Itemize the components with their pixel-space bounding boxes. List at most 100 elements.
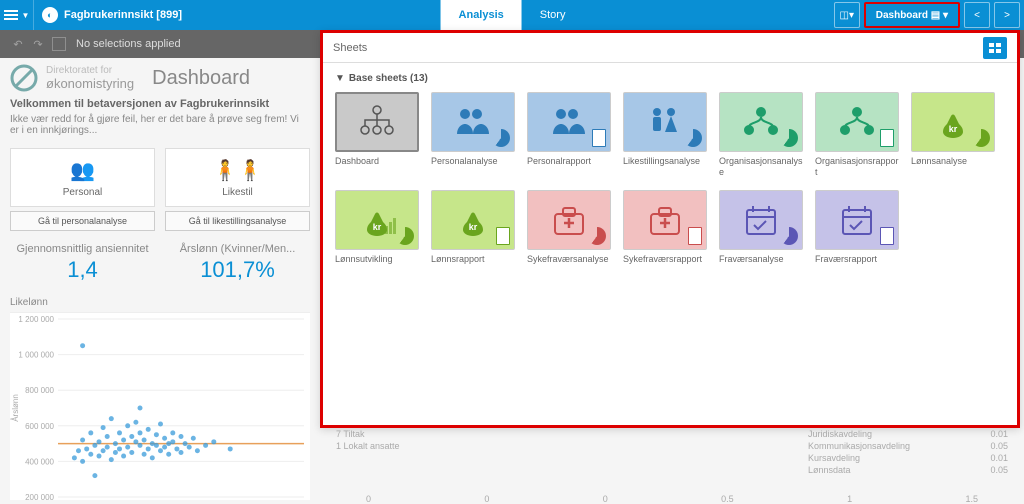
grid-icon xyxy=(989,43,1001,53)
bg-bottom: 7 Tiltak1 Lokalt ansatte Juridiskavdelin… xyxy=(320,428,1024,500)
sheets-panel: Sheets ▼ Base sheets (13) DashboardPerso… xyxy=(320,30,1020,428)
app-icon: ◐ xyxy=(42,7,58,23)
pie-icon xyxy=(396,227,414,245)
goto-personal-btn[interactable]: Gå til personalanalyse xyxy=(10,211,155,231)
report-icon xyxy=(496,227,510,245)
sheet-l-nnsanalyse[interactable]: kr Lønnsanalyse xyxy=(911,92,995,178)
list-item: Kommunikasjonsavdeling0.05 xyxy=(808,440,1008,452)
svg-text:Årslønn: Årslønn xyxy=(11,394,20,422)
sheet-l-nnsutvikling[interactable]: kr Lønnsutvikling xyxy=(335,190,419,265)
app-title: Fagbrukerinnsikt [899] xyxy=(64,9,182,21)
sel-forward-icon[interactable]: ↷ xyxy=(28,38,48,51)
sheet-organisasjonsrapport[interactable]: Organisasjonsrapport xyxy=(815,92,899,178)
top-bar: ▼ ◐ Fagbrukerinnsikt [899] Analysis Stor… xyxy=(0,0,1024,30)
svg-text:kr: kr xyxy=(469,222,478,232)
sheet-sykefrav-rsanalyse[interactable]: Sykefraværsanalyse xyxy=(527,190,611,265)
top-right-controls: ◫▾ Dashboard ▤ ▾ < > xyxy=(834,0,1024,30)
report-icon xyxy=(592,129,606,147)
sel-back-icon[interactable]: ↶ xyxy=(8,38,28,51)
sheet-frav-rsrapport[interactable]: Fraværsrapport xyxy=(815,190,899,265)
svg-text:kr: kr xyxy=(949,124,958,134)
sheet-l-nnsrapport[interactable]: kr Lønnsrapport xyxy=(431,190,515,265)
sheet-dashboard[interactable]: Dashboard xyxy=(335,92,419,178)
tab-story[interactable]: Story xyxy=(522,0,584,30)
sel-clear-icon[interactable] xyxy=(52,37,66,51)
svg-text:600 000: 600 000 xyxy=(25,422,54,431)
scatter-chart[interactable]: 200 000400 000600 000800 0001 000 0001 2… xyxy=(10,312,310,500)
sheet-label: Lønnsutvikling xyxy=(335,254,419,265)
sheet-label: Lønnsanalyse xyxy=(911,156,995,167)
analysis-story-tabs: Analysis Story xyxy=(441,0,584,30)
sheet-thumb: kr xyxy=(431,190,515,250)
sheet-thumb xyxy=(527,92,611,152)
sheet-thumb xyxy=(719,92,803,152)
list-item: 7 Tiltak xyxy=(336,428,496,440)
sheet-label: Sykefraværsanalyse xyxy=(527,254,611,265)
sheet-label: Organisasjonsrapport xyxy=(815,156,899,178)
list-item: Kursavdeling0.01 xyxy=(808,452,1008,464)
sheet-organisasjonsanalyse[interactable]: Organisasjonsanalyse xyxy=(719,92,803,178)
hamburger-icon xyxy=(4,14,18,16)
goto-likestilling-btn[interactable]: Gå til likestillingsanalyse xyxy=(165,211,310,231)
list-item: Lønnsdata0.05 xyxy=(808,464,1008,476)
card-likestilling[interactable]: 🧍🧍 Likestil xyxy=(165,148,310,207)
report-icon xyxy=(880,129,894,147)
sheet-likestillingsanalyse[interactable]: Likestillingsanalyse xyxy=(623,92,707,178)
svg-text:kr: kr xyxy=(373,222,382,232)
people-icon: 👥 xyxy=(17,157,148,183)
list-item: Juridiskavdeling0.01 xyxy=(808,428,1008,440)
kpi-arslonn: Årslønn (Kvinner/Men... 101,7% xyxy=(165,243,310,283)
base-sheets-toggle[interactable]: ▼ Base sheets (13) xyxy=(335,73,1005,84)
sheet-thumb xyxy=(527,190,611,250)
logo-icon xyxy=(10,64,38,92)
page-title: Dashboard xyxy=(152,67,250,90)
sheet-label: Fraværsanalyse xyxy=(719,254,803,265)
bookmark-button[interactable]: ◫▾ xyxy=(834,2,860,28)
pie-icon xyxy=(780,129,798,147)
sheet-grid: DashboardPersonalanalyse Personalrapport L… xyxy=(335,92,1005,265)
couple-icon: 🧍🧍 xyxy=(172,157,303,183)
welcome-text: Velkommen til betaversjonen av Fagbruker… xyxy=(10,98,310,110)
pie-icon xyxy=(972,129,990,147)
tab-analysis[interactable]: Analysis xyxy=(441,0,522,30)
logo-top: Direktoratet for xyxy=(46,65,134,76)
pie-icon xyxy=(492,129,510,147)
list-item: 1 Lokalt ansatte xyxy=(336,440,496,452)
svg-text:200 000: 200 000 xyxy=(25,493,54,500)
report-icon xyxy=(880,227,894,245)
sheet-thumb: kr xyxy=(335,190,419,250)
card-personal[interactable]: 👥 Personal xyxy=(10,148,155,207)
sheet-thumb xyxy=(431,92,515,152)
prev-sheet-button[interactable]: < xyxy=(964,2,990,28)
sheet-personalrapport[interactable]: Personalrapport xyxy=(527,92,611,178)
sheet-label: Organisasjonsanalyse xyxy=(719,156,803,178)
kpi-ansiennitet: Gjennomsnittlig ansiennitet 1,4 xyxy=(10,243,155,283)
selection-text: No selections applied xyxy=(76,38,181,50)
svg-text:800 000: 800 000 xyxy=(25,386,54,395)
sheet-label: Lønnsrapport xyxy=(431,254,515,265)
sheet-label: Fraværsrapport xyxy=(815,254,899,265)
sheet-menu-button[interactable]: Dashboard ▤ ▾ xyxy=(864,2,960,28)
sheet-label: Personalrapport xyxy=(527,156,611,167)
sheet-thumb xyxy=(719,190,803,250)
welcome-sub: Ikke vær redd for å gjøre feil, her er d… xyxy=(10,114,310,136)
next-sheet-button[interactable]: > xyxy=(994,2,1020,28)
pie-icon xyxy=(780,227,798,245)
logo-bottom: økonomistyring xyxy=(46,76,134,91)
sheet-label: Likestillingsanalyse xyxy=(623,156,707,167)
menu-button[interactable]: ▼ xyxy=(0,0,34,30)
sheet-thumb xyxy=(815,92,899,152)
pie-icon xyxy=(684,129,702,147)
sheet-label: Sykefraværsrapport xyxy=(623,254,707,265)
sheet-sykefrav-rsrapport[interactable]: Sykefraværsrapport xyxy=(623,190,707,265)
sheet-frav-rsanalyse[interactable]: Fraværsanalyse xyxy=(719,190,803,265)
sheet-personalanalyse[interactable]: Personalanalyse xyxy=(431,92,515,178)
pie-icon xyxy=(588,227,606,245)
grid-view-button[interactable] xyxy=(983,37,1007,59)
svg-text:1 200 000: 1 200 000 xyxy=(18,315,54,324)
sheet-thumb xyxy=(623,190,707,250)
dashboard-bg: Direktoratet for økonomistyring Dashboar… xyxy=(0,58,320,500)
sheet-thumb xyxy=(335,92,419,152)
svg-text:1 000 000: 1 000 000 xyxy=(18,351,54,360)
sheet-thumb: kr xyxy=(911,92,995,152)
